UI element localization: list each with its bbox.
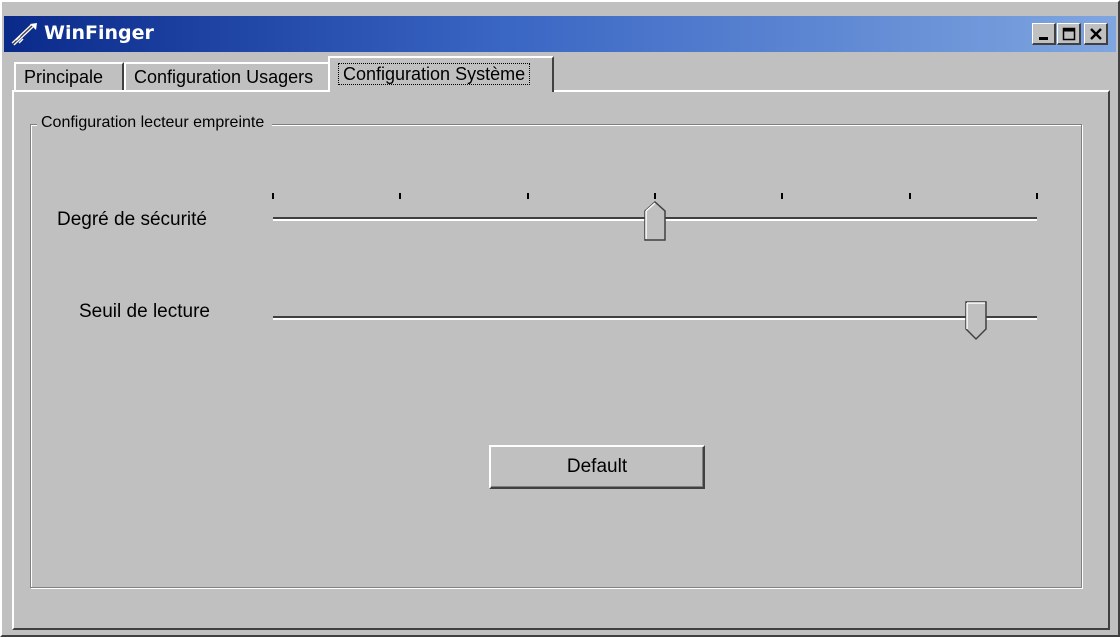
slider-thumb[interactable] xyxy=(965,301,987,341)
close-button[interactable] xyxy=(1084,23,1108,45)
slider-thumb[interactable] xyxy=(644,201,666,241)
default-button[interactable]: Default xyxy=(489,445,705,489)
slider-tick xyxy=(272,193,274,199)
tab-configuration-systeme[interactable]: Configuration Système xyxy=(328,56,554,92)
read-threshold-label: Seuil de lecture xyxy=(79,301,210,322)
minimize-icon xyxy=(1038,36,1048,40)
tab-label: Configuration Système xyxy=(338,63,531,85)
maximize-button[interactable] xyxy=(1057,23,1081,45)
tab-panel: Configuration lecteur empreinte Degré de… xyxy=(12,90,1110,630)
slider-tick xyxy=(654,193,656,199)
app-window: WinFinger Principale Configuration Usage… xyxy=(0,0,1120,637)
maximize-icon xyxy=(1062,27,1075,40)
slider-tick xyxy=(399,193,402,199)
group-title: Configuration lecteur empreinte xyxy=(37,114,273,132)
slider-tick xyxy=(526,193,529,199)
group-box: Configuration lecteur empreinte Degré de… xyxy=(30,114,1082,588)
default-button-label: Default xyxy=(566,456,628,477)
tab-label: Principale xyxy=(24,67,104,87)
slider-tick xyxy=(781,193,784,199)
tab-principale[interactable]: Principale xyxy=(14,62,124,90)
window-title: WinFinger xyxy=(44,22,154,44)
slider-tick xyxy=(908,193,911,199)
minimize-button[interactable] xyxy=(1032,23,1056,45)
fingerprint-pen-icon xyxy=(11,23,37,46)
slider-track xyxy=(273,316,1037,320)
tab-configuration-usagers[interactable]: Configuration Usagers xyxy=(124,62,330,90)
security-level-label: Degré de sécurité xyxy=(57,209,207,230)
slider-tick xyxy=(1036,193,1038,199)
tab-label: Configuration Usagers xyxy=(134,67,314,87)
close-icon xyxy=(1089,27,1102,40)
title-bar[interactable]: WinFinger xyxy=(4,16,1116,52)
